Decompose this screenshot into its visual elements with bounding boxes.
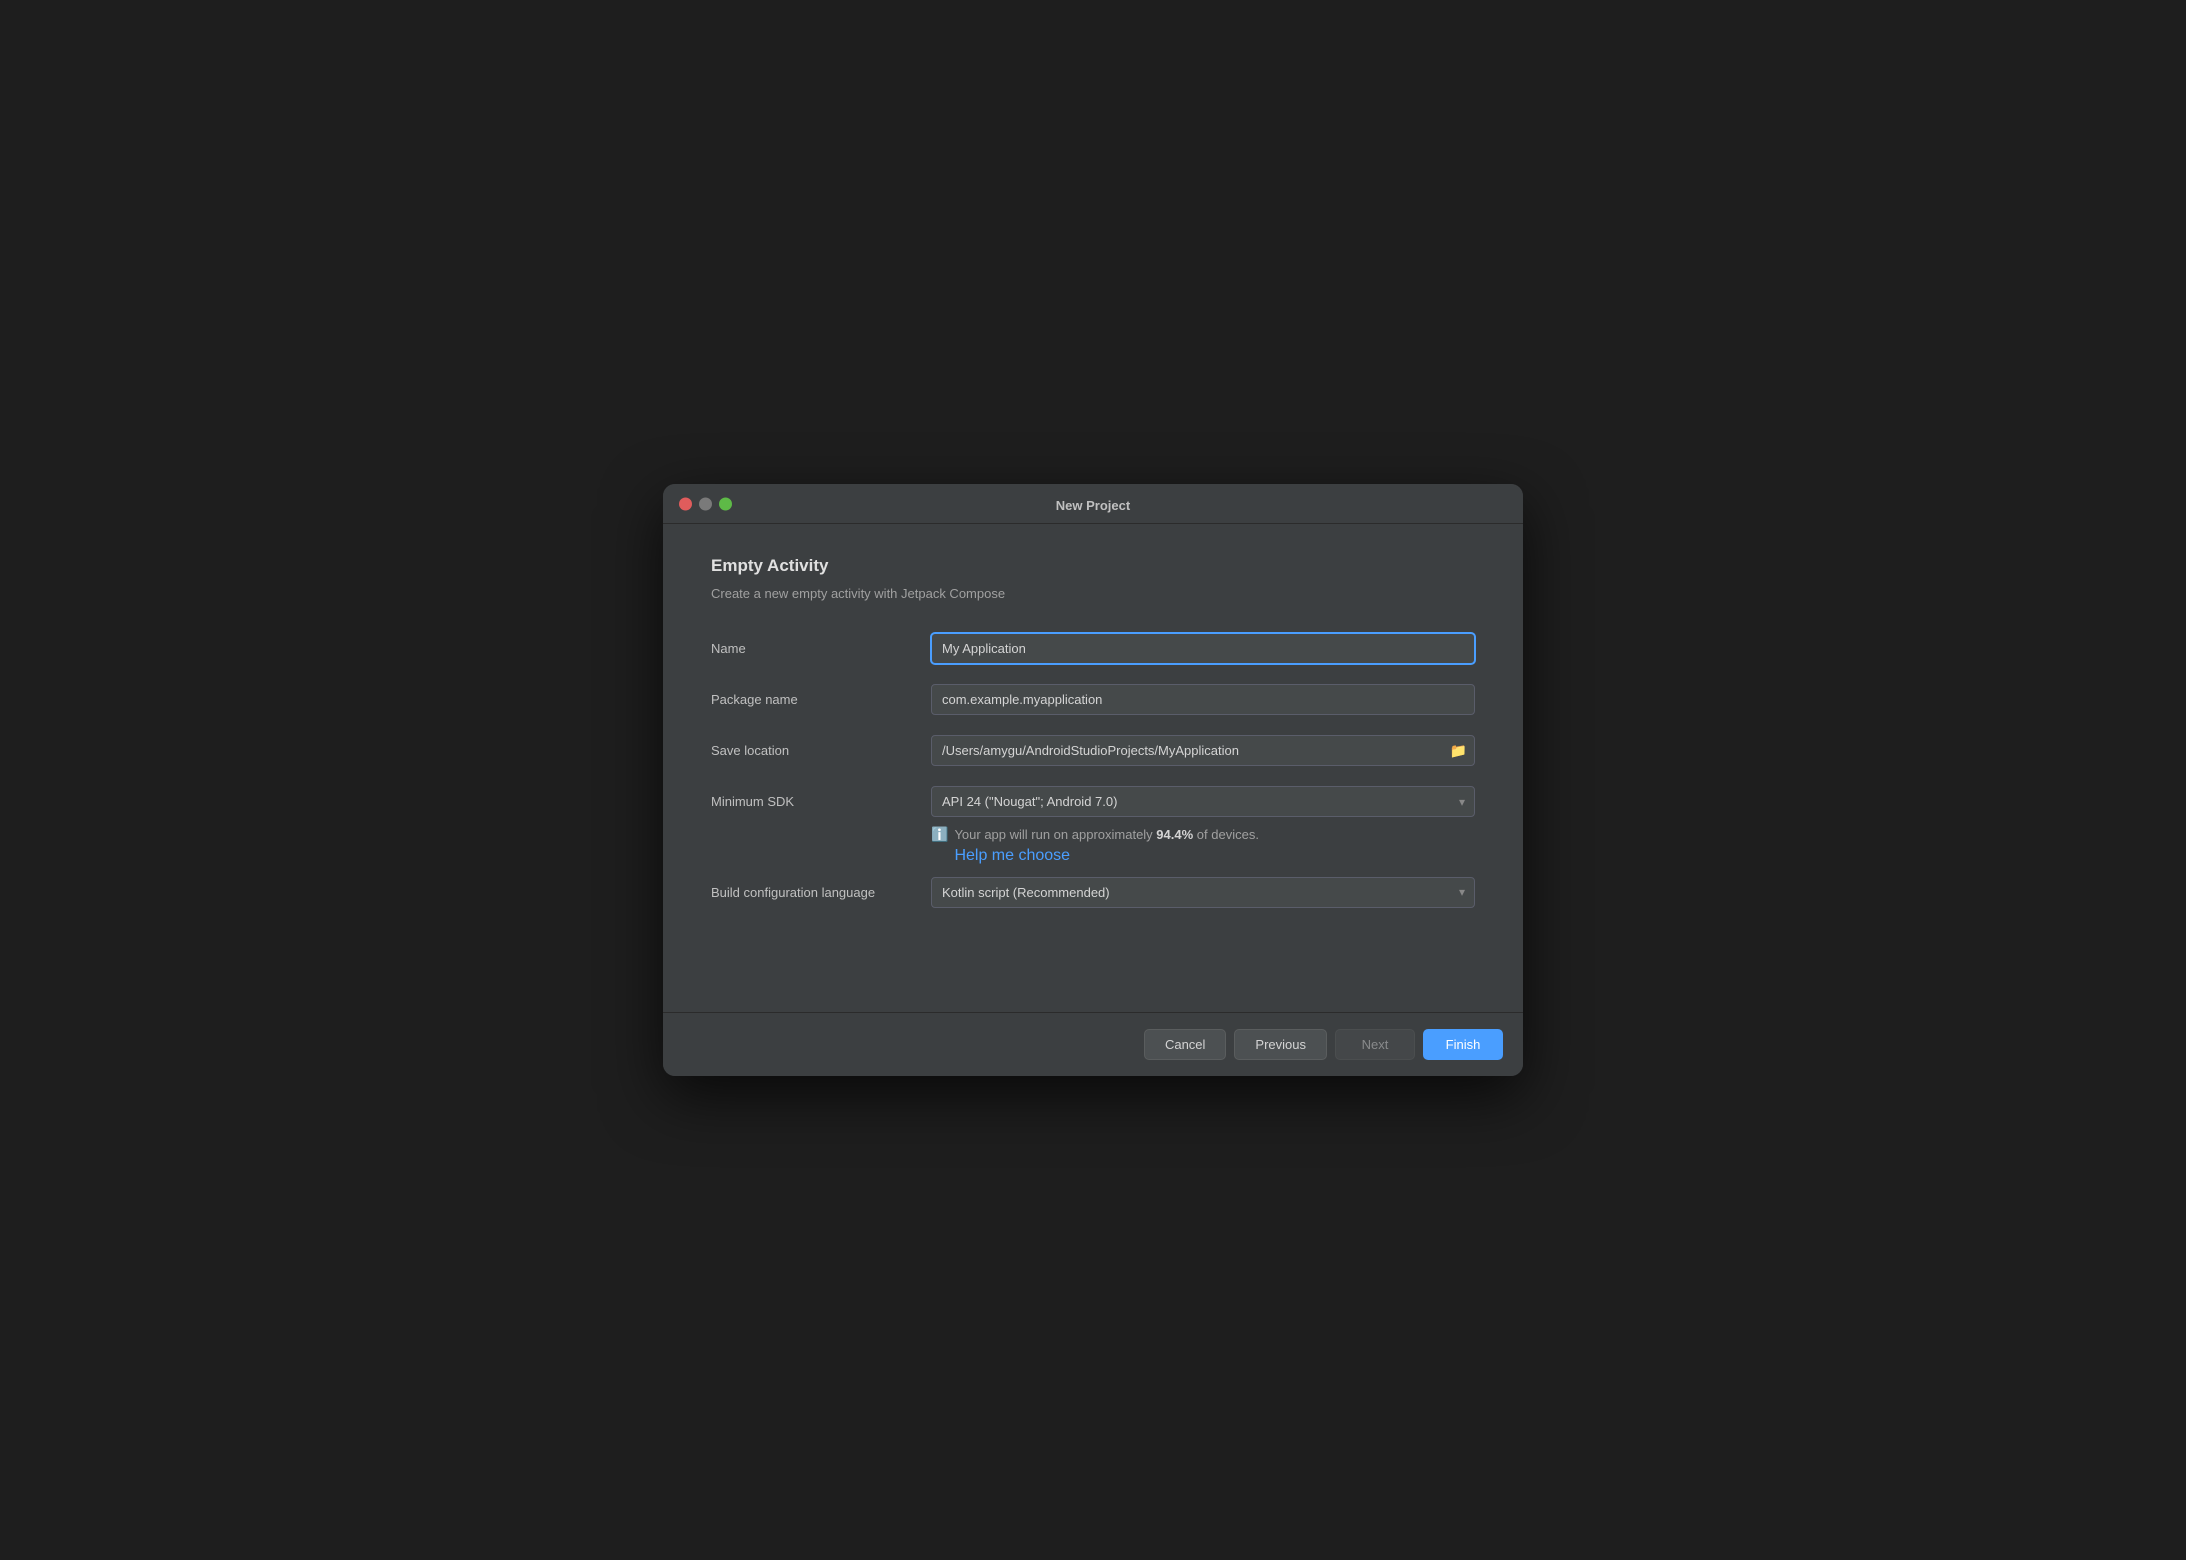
package-label: Package name bbox=[711, 692, 931, 707]
minimum-sdk-field: API 21 ("Lollipop"; Android 5.0) API 22 … bbox=[931, 786, 1475, 817]
name-label: Name bbox=[711, 641, 931, 656]
save-location-row: Save location 📁 bbox=[711, 735, 1475, 766]
dialog-content: Empty Activity Create a new empty activi… bbox=[663, 524, 1523, 1012]
maximize-button[interactable] bbox=[719, 497, 732, 510]
folder-browse-icon[interactable]: 📁 bbox=[1450, 742, 1467, 759]
minimum-sdk-select[interactable]: API 21 ("Lollipop"; Android 5.0) API 22 … bbox=[931, 786, 1475, 817]
name-field bbox=[931, 633, 1475, 664]
minimum-sdk-select-wrapper: API 21 ("Lollipop"; Android 5.0) API 22 … bbox=[931, 786, 1475, 817]
build-config-label: Build configuration language bbox=[711, 885, 931, 900]
section-subtitle: Create a new empty activity with Jetpack… bbox=[711, 586, 1475, 601]
minimize-button[interactable] bbox=[699, 497, 712, 510]
save-location-input[interactable] bbox=[931, 735, 1475, 766]
window-title: New Project bbox=[1056, 498, 1130, 513]
sdk-info-text: Your app will run on approximately 94.4%… bbox=[954, 827, 1259, 842]
build-config-select[interactable]: Kotlin script (Recommended) Groovy DSL bbox=[931, 877, 1475, 908]
section-title: Empty Activity bbox=[711, 556, 1475, 576]
save-location-wrapper: 📁 bbox=[931, 735, 1475, 766]
sdk-info-row: ℹ️ Your app will run on approximately 94… bbox=[931, 825, 1475, 865]
help-me-choose-link[interactable]: Help me choose bbox=[954, 847, 1259, 865]
info-icon: ℹ️ bbox=[931, 826, 948, 843]
save-location-label: Save location bbox=[711, 743, 931, 758]
build-config-row: Build configuration language Kotlin scri… bbox=[711, 877, 1475, 908]
sdk-info-after: of devices. bbox=[1193, 827, 1259, 842]
new-project-window: New Project Empty Activity Create a new … bbox=[663, 484, 1523, 1076]
previous-button[interactable]: Previous bbox=[1234, 1029, 1327, 1060]
build-config-select-wrapper: Kotlin script (Recommended) Groovy DSL bbox=[931, 877, 1475, 908]
package-input[interactable] bbox=[931, 684, 1475, 715]
build-config-field: Kotlin script (Recommended) Groovy DSL bbox=[931, 877, 1475, 908]
cancel-button[interactable]: Cancel bbox=[1144, 1029, 1226, 1060]
minimum-sdk-label: Minimum SDK bbox=[711, 794, 931, 809]
package-field bbox=[931, 684, 1475, 715]
sdk-info-text-block: Your app will run on approximately 94.4%… bbox=[954, 825, 1259, 865]
close-button[interactable] bbox=[679, 497, 692, 510]
sdk-info-before: Your app will run on approximately bbox=[954, 827, 1156, 842]
package-row: Package name bbox=[711, 684, 1475, 715]
titlebar: New Project bbox=[663, 484, 1523, 524]
finish-button[interactable]: Finish bbox=[1423, 1029, 1503, 1060]
sdk-info-percentage: 94.4% bbox=[1156, 827, 1193, 842]
save-location-field: 📁 bbox=[931, 735, 1475, 766]
traffic-lights bbox=[679, 497, 732, 510]
minimum-sdk-row: Minimum SDK API 21 ("Lollipop"; Android … bbox=[711, 786, 1475, 817]
next-button[interactable]: Next bbox=[1335, 1029, 1415, 1060]
dialog-footer: Cancel Previous Next Finish bbox=[663, 1012, 1523, 1076]
name-input[interactable] bbox=[931, 633, 1475, 664]
spacer bbox=[711, 928, 1475, 988]
name-row: Name bbox=[711, 633, 1475, 664]
